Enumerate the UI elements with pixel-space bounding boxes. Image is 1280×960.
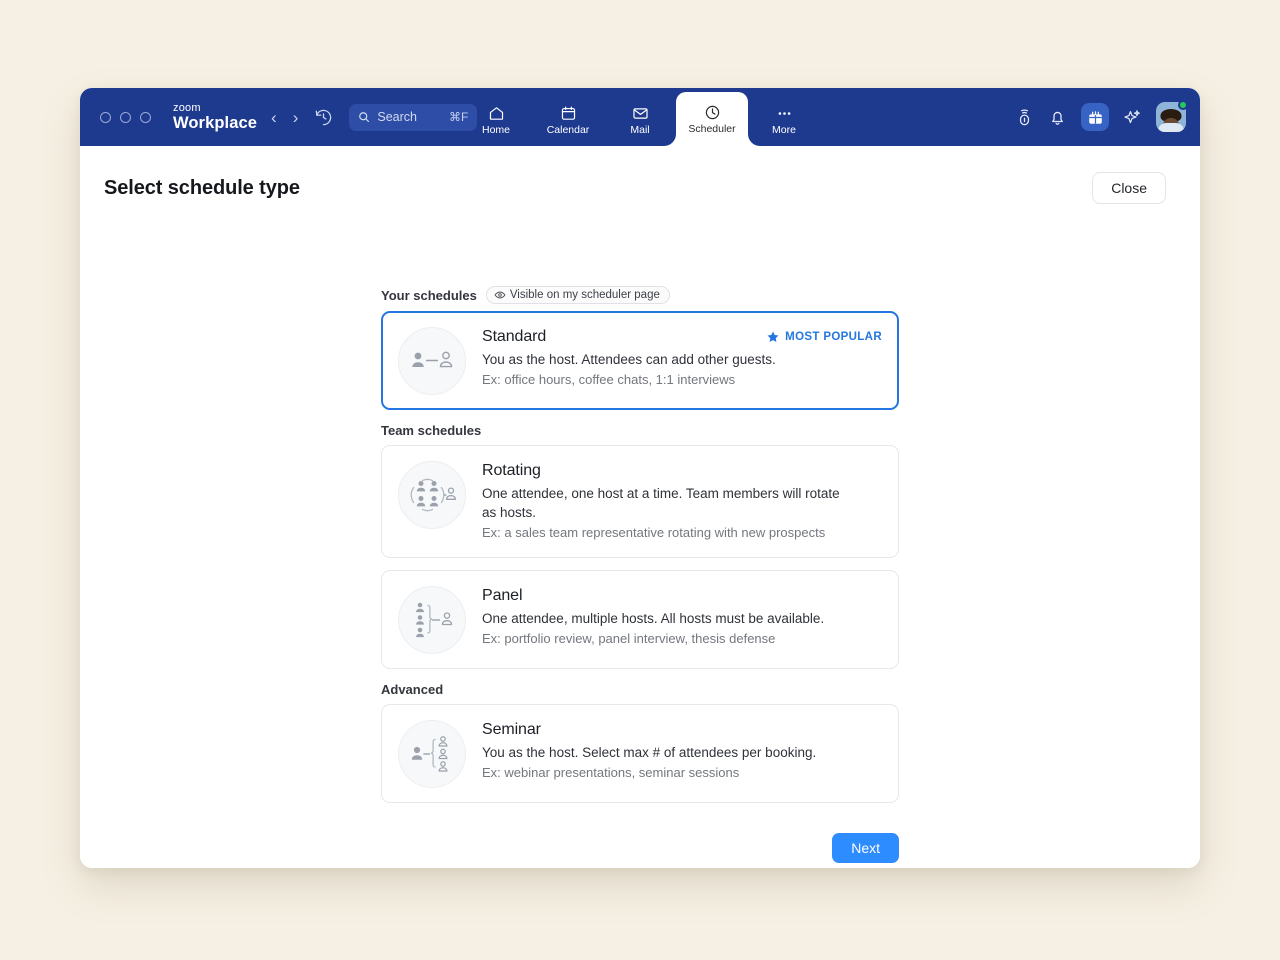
one-to-one-icon [398,327,466,395]
card-description: One attendee, multiple hosts. All hosts … [482,609,857,628]
schedule-card-panel[interactable]: Panel One attendee, multiple hosts. All … [381,570,899,669]
home-icon [488,105,505,122]
whats-new-gift-icon[interactable] [1081,103,1109,131]
close-button[interactable]: Close [1092,172,1166,204]
zoom-workplace-logo: zoom Workplace [173,103,257,132]
brand-workplace-text: Workplace [173,115,257,132]
card-example: Ex: office hours, coffee chats, 1:1 inte… [482,371,882,389]
card-title: Standard [482,328,546,346]
calendar-icon [560,105,577,122]
user-avatar[interactable] [1156,102,1186,132]
avatar-shirt [1158,123,1184,132]
bell-icon[interactable] [1048,108,1067,127]
card-body: Seminar You as the host. Select max # of… [482,719,882,782]
clock-icon [704,104,721,121]
section-title-text: Team schedules [381,423,481,438]
schedule-card-seminar[interactable]: Seminar You as the host. Select max # of… [381,704,899,803]
next-button[interactable]: Next [832,833,899,863]
card-title-row: Rotating [482,462,882,480]
tab-more-label: More [772,125,796,136]
brand-zoom-text: zoom [173,103,257,114]
ellipsis-icon [776,105,793,122]
star-icon [766,330,780,344]
card-example: Ex: a sales team representative rotating… [482,524,882,542]
window-close-dot[interactable] [100,112,111,123]
section-label-team-schedules: Team schedules [381,423,899,438]
app-window: zoom Workplace ‹ › Search ⌘F [80,88,1200,868]
visible-on-scheduler-pill: Visible on my scheduler page [486,286,670,304]
card-body: Standard MOST POPULAR You as the host. A… [482,326,882,389]
search-icon [358,111,370,123]
tab-scheduler[interactable]: Scheduler [676,92,748,146]
window-maximize-dot[interactable] [140,112,151,123]
rotating-hosts-icon [398,461,466,529]
search-input[interactable]: Search ⌘F [349,104,477,131]
panel-hosts-icon [398,586,466,654]
tab-calendar[interactable]: Calendar [532,94,604,146]
section-label-your-schedules: Your schedules Visible on my scheduler p… [381,286,899,304]
schedule-card-standard[interactable]: Standard MOST POPULAR You as the host. A… [381,311,899,410]
seminar-icon [398,720,466,788]
card-example: Ex: portfolio review, panel interview, t… [482,630,882,648]
card-title: Rotating [482,462,541,480]
card-title: Seminar [482,721,541,739]
card-description: You as the host. Select max # of attende… [482,743,857,762]
page-header: Select schedule type Close [80,146,1200,204]
tab-calendar-label: Calendar [547,125,590,136]
scheduler-page: Select schedule type Close Your schedule… [80,146,1200,868]
card-body: Panel One attendee, multiple hosts. All … [482,585,882,648]
tab-corner-left [664,134,676,146]
tab-mail-label: Mail [630,125,649,136]
mail-icon [632,105,649,122]
ai-sparkle-icon[interactable] [1123,108,1142,127]
most-popular-text: MOST POPULAR [785,331,882,343]
visible-pill-text: Visible on my scheduler page [510,289,660,301]
window-minimize-dot[interactable] [120,112,131,123]
tab-scheduler-label: Scheduler [688,124,735,135]
schedule-card-rotating[interactable]: Rotating One attendee, one host at a tim… [381,445,899,558]
schedule-type-list: Your schedules Visible on my scheduler p… [381,204,899,863]
title-bar: zoom Workplace ‹ › Search ⌘F [80,88,1200,146]
card-title-row: Seminar [482,721,882,739]
cast-icon[interactable] [1015,108,1034,127]
search-placeholder: Search [377,110,442,124]
card-title-row: Panel [482,587,882,605]
most-popular-badge: MOST POPULAR [766,330,882,344]
nav-back-button[interactable]: ‹ [271,109,277,126]
card-description: One attendee, one host at a time. Team m… [482,484,857,522]
eye-icon [494,289,506,301]
section-title-text: Your schedules [381,288,477,303]
nav-arrows: ‹ › [271,109,298,126]
status-badge [1178,100,1188,110]
tab-home[interactable]: Home [460,94,532,146]
tab-home-label: Home [482,125,510,136]
history-icon[interactable] [314,108,333,127]
card-example: Ex: webinar presentations, seminar sessi… [482,764,882,782]
section-title-text: Advanced [381,682,443,697]
card-title-row: Standard MOST POPULAR [482,328,882,346]
section-label-advanced: Advanced [381,682,899,697]
card-title: Panel [482,587,522,605]
window-traffic-lights[interactable] [100,112,151,123]
page-title: Select schedule type [104,177,300,200]
card-body: Rotating One attendee, one host at a tim… [482,460,882,543]
card-description: You as the host. Attendees can add other… [482,350,857,369]
footer-actions: Next [381,833,899,863]
titlebar-right-icons [1015,102,1186,132]
nav-forward-button[interactable]: › [293,109,299,126]
